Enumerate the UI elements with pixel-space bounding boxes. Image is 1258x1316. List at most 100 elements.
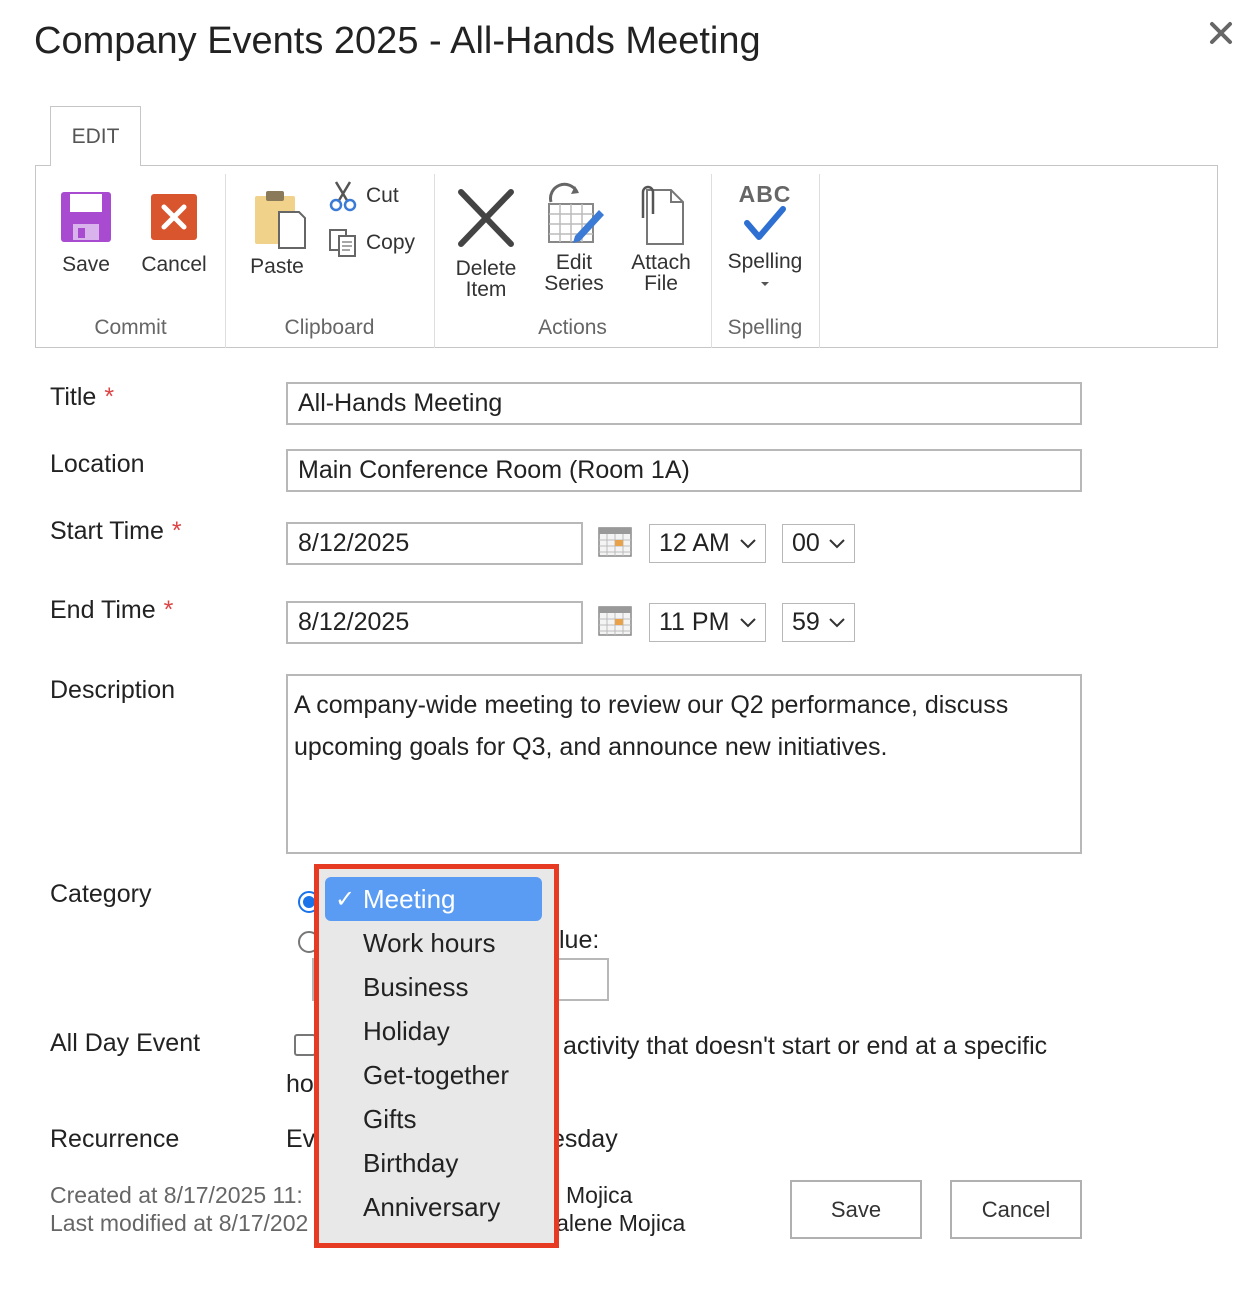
cancel-button[interactable]: Cancel	[950, 1180, 1082, 1239]
group-label-clipboard: Clipboard	[284, 316, 375, 339]
end-hour-select[interactable]: 11 PM	[649, 603, 766, 642]
end-date-input[interactable]: 8/12/2025	[286, 601, 583, 644]
spelling-button[interactable]: ABC Spelling	[724, 181, 806, 293]
ribbon-cancel-button[interactable]: Cancel	[136, 190, 212, 275]
start-time-label: Start Time *	[50, 517, 182, 546]
chevron-down-icon	[740, 617, 756, 627]
dropdown-option-label: Meeting	[363, 883, 456, 914]
edit-series-icon	[548, 182, 604, 243]
dropdown-option-label: Birthday	[363, 1147, 459, 1178]
required-marker: *	[163, 596, 174, 624]
edit-series-button[interactable]: Edit Series	[536, 182, 612, 294]
dropdown-option-label: Business	[363, 971, 469, 1002]
category-label: Category	[50, 880, 152, 908]
start-hour-select[interactable]: 12 AM	[649, 524, 766, 563]
dropdown-option-label: Work hours	[363, 927, 496, 958]
ribbon: Save Cancel Commit Paste Cut Copy Clipbo…	[35, 165, 1218, 348]
description-label: Description	[50, 676, 176, 704]
paste-label: Paste	[250, 255, 304, 278]
start-date-input[interactable]: 8/12/2025	[286, 522, 583, 565]
copy-label: Copy	[366, 231, 416, 254]
all-day-description-1: activity that doesn't start or end at a …	[563, 1032, 1048, 1060]
title-label: Title *	[50, 383, 114, 412]
start-minute-select[interactable]: 00	[782, 524, 855, 563]
required-marker: *	[104, 383, 115, 411]
required-marker: *	[171, 517, 182, 545]
calendar-icon[interactable]	[598, 606, 632, 636]
delete-item-button[interactable]: Delete Item	[450, 188, 522, 300]
group-label-actions: Actions	[538, 316, 607, 339]
copy-icon	[329, 229, 356, 257]
dropdown-option[interactable]: Holiday	[325, 1009, 542, 1053]
attach-file-button[interactable]: Attach File	[626, 184, 696, 294]
save-label: Save	[62, 253, 110, 276]
save-button[interactable]: Save	[790, 1180, 922, 1239]
recurrence-text-right: esday	[551, 1125, 618, 1153]
title-label-text: Title	[50, 383, 97, 411]
cut-button[interactable]: Cut	[328, 180, 399, 212]
paste-icon	[255, 191, 306, 249]
dialog-title: Company Events 2025 - All-Hands Meeting	[34, 20, 761, 62]
group-label-commit: Commit	[94, 316, 167, 339]
spelling-label: Spelling	[727, 250, 803, 273]
checkmark-icon	[744, 206, 786, 240]
start-minute-value: 00	[792, 529, 820, 557]
start-time-label-text: Start Time	[50, 517, 164, 545]
chevron-down-icon	[829, 617, 845, 627]
edit-series-label-1: Edit	[555, 251, 593, 274]
end-minute-value: 59	[792, 608, 820, 636]
all-day-checkbox[interactable]	[294, 1034, 316, 1056]
edit-series-label-2: Series	[544, 272, 604, 295]
location-label: Location	[50, 450, 145, 478]
dropdown-option[interactable]: ✓ Meeting	[325, 877, 542, 921]
modified-at-text: Last modified at 8/17/202	[50, 1210, 309, 1236]
end-minute-select[interactable]: 59	[782, 603, 855, 642]
cut-label: Cut	[366, 184, 399, 207]
attach-label-2: File	[644, 272, 678, 295]
dropdown-option[interactable]: Work hours	[325, 921, 542, 965]
dropdown-option[interactable]: Anniversary	[325, 1185, 542, 1229]
chevron-down-icon	[829, 538, 845, 548]
attach-label-1: Attach	[631, 251, 691, 274]
tab-edit[interactable]: EDIT	[50, 106, 141, 166]
copy-button[interactable]: Copy	[328, 228, 415, 258]
ribbon-save-button[interactable]: Save	[50, 190, 122, 275]
category-custom-label: lue:	[559, 926, 600, 954]
dropdown-option-label: Get-together	[363, 1059, 509, 1090]
close-icon[interactable]	[1206, 18, 1236, 48]
dropdown-option-label: Holiday	[363, 1015, 450, 1046]
all-day-label: All Day Event	[50, 1029, 201, 1057]
created-at-text: Created at 8/17/2025 11:	[50, 1182, 303, 1208]
paste-button[interactable]: Paste	[242, 188, 312, 277]
dropdown-option[interactable]: Business	[325, 965, 542, 1009]
dropdown-option-label: Gifts	[363, 1103, 417, 1134]
cancel-label: Cancel	[141, 253, 207, 276]
modified-by-text: lalene Mojica	[551, 1210, 686, 1236]
calendar-icon[interactable]	[598, 527, 632, 557]
delete-label-1: Delete	[455, 257, 517, 280]
category-dropdown-menu[interactable]: ✓ Meeting Work hours Business Holiday Get-tog…	[319, 869, 554, 1243]
delete-label-2: Item	[465, 278, 507, 301]
scissors-icon	[329, 181, 357, 212]
location-input[interactable]: Main Conference Room (Room 1A)	[286, 449, 1082, 492]
recurrence-label: Recurrence	[50, 1125, 180, 1153]
abc-text: ABC	[738, 181, 792, 207]
save-icon	[61, 192, 111, 242]
end-time-label-text: End Time	[50, 596, 156, 624]
description-textarea[interactable]: A company-wide meeting to review our Q2 …	[286, 674, 1082, 854]
dropdown-option[interactable]: Birthday	[325, 1141, 542, 1185]
title-input[interactable]: All-Hands Meeting	[286, 382, 1082, 425]
end-time-label: End Time *	[50, 596, 173, 625]
dropdown-option[interactable]: Gifts	[325, 1097, 542, 1141]
chevron-down-icon	[740, 538, 756, 548]
check-icon: ✓	[335, 886, 356, 913]
chevron-down-icon	[761, 282, 769, 286]
recurrence-text-left: Ev	[286, 1125, 316, 1153]
all-day-description-2: ho	[286, 1070, 314, 1098]
created-by-text: Mojica	[566, 1182, 633, 1208]
end-hour-value: 11 PM	[659, 608, 730, 636]
dropdown-option-label: Anniversary	[363, 1191, 501, 1222]
delete-icon	[458, 189, 514, 247]
dropdown-option[interactable]: Get-together	[325, 1053, 542, 1097]
start-hour-value: 12 AM	[659, 529, 730, 557]
